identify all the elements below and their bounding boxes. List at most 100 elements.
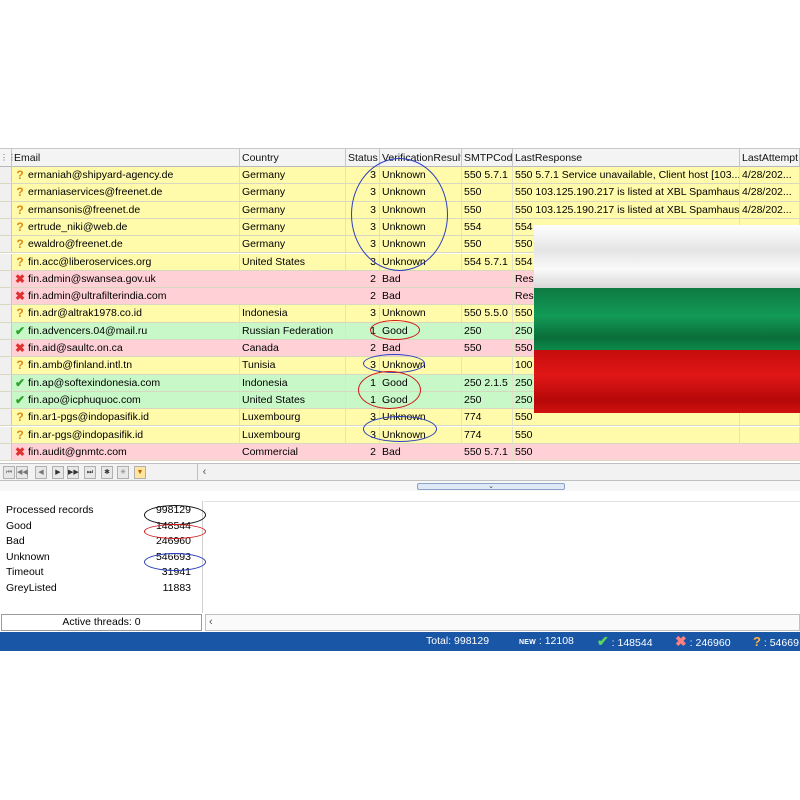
append-record-icon[interactable]: ✳	[117, 466, 129, 479]
bulgaria-flag-image	[534, 225, 800, 413]
cell-smtp: 550	[462, 184, 513, 201]
cell-status: 3	[346, 357, 380, 374]
row-indicator[interactable]	[0, 218, 12, 236]
grid-navigator: ⏮ ◀◀ ◀ ▶ ▶▶ ⏭ ✱ ✳ ▼ ‹	[0, 463, 800, 481]
cell-status: 1	[346, 391, 380, 409]
stat-value: 148544	[155, 519, 191, 532]
cell-email: ermaniaservices@freenet.de	[26, 184, 240, 201]
unknown-count: : 54669	[763, 637, 799, 649]
row-indicator[interactable]	[0, 374, 12, 391]
stat-label: Timeout	[6, 566, 44, 578]
cell-country	[240, 270, 346, 288]
log-pane	[204, 501, 800, 613]
column-chooser-icon[interactable]: ⋮⋮	[0, 149, 16, 167]
new-badge-icon: NEW	[519, 639, 536, 646]
scroll-left-icon[interactable]: ‹	[197, 464, 211, 480]
flag-red-stripe	[534, 350, 800, 413]
cell-country: Luxembourg	[240, 426, 346, 443]
column-header-status[interactable]: Status	[346, 149, 380, 167]
cell-result: Unknown	[380, 253, 462, 270]
table-row[interactable]: ? ermaniaservices@freenet.de Germany 3 Unkno…	[0, 184, 800, 202]
cell-status: 3	[346, 184, 380, 201]
question-icon: ?	[16, 202, 24, 217]
active-threads-box: Active threads: 0	[1, 614, 202, 631]
cell-smtp: 774	[462, 409, 513, 426]
row-indicator[interactable]	[0, 253, 12, 270]
cell-result: Unknown	[380, 409, 462, 426]
cell-attempt: 4/28/202...	[740, 167, 800, 184]
column-header-last-response[interactable]: LastResponse	[513, 149, 740, 167]
next-page-icon[interactable]: ▶▶	[67, 466, 79, 479]
horizontal-scrollbar[interactable]: ‹	[205, 614, 800, 631]
cell-smtp: 550	[462, 236, 513, 253]
row-indicator[interactable]	[0, 322, 12, 339]
row-indicator[interactable]	[0, 236, 12, 253]
cell-country: Russian Federation	[240, 322, 346, 339]
stat-value: 11883	[162, 581, 191, 594]
column-header-verification-result[interactable]: VerificationResult	[380, 149, 462, 167]
cell-smtp: 774	[462, 426, 513, 443]
cell-last: 550	[513, 443, 740, 461]
question-icon: ?	[16, 168, 24, 182]
cell-attempt: 4/28/202...	[740, 184, 800, 201]
row-indicator[interactable]	[0, 409, 12, 426]
cell-country: Indonesia	[240, 374, 346, 391]
cell-smtp: 250 2.1.5	[462, 374, 513, 391]
email-verifier-window: ⋮⋮ Email Country Status VerificationResu…	[0, 148, 800, 652]
cell-result: Unknown	[380, 357, 462, 374]
row-indicator[interactable]	[0, 426, 12, 443]
cell-last: 550	[513, 426, 740, 443]
previous-record-icon[interactable]: ◀	[35, 466, 47, 479]
row-indicator[interactable]	[0, 357, 12, 374]
row-indicator[interactable]	[0, 184, 12, 201]
row-indicator[interactable]	[0, 305, 12, 322]
panel-splitter[interactable]: ⌄	[0, 481, 800, 491]
next-record-icon[interactable]: ▶	[52, 466, 64, 479]
cell-email: fin.adr@altrak1978.co.id	[26, 305, 240, 322]
cell-email: ertrude_niki@web.de	[26, 218, 240, 236]
stat-row: GreyListed 11883	[0, 581, 203, 597]
stat-row: Timeout 31941	[0, 565, 203, 581]
scroll-left-arrow-icon[interactable]: ‹	[209, 615, 213, 630]
cell-status: 3	[346, 409, 380, 426]
first-page-icon[interactable]: ⏮	[3, 466, 15, 479]
row-indicator[interactable]	[0, 340, 12, 357]
cell-country: Germany	[240, 184, 346, 201]
column-header-country[interactable]: Country	[240, 149, 346, 167]
stat-label: Processed records	[6, 504, 94, 516]
cell-status: 3	[346, 201, 380, 218]
row-indicator[interactable]	[0, 201, 12, 218]
column-header-last-attempt[interactable]: LastAttempt	[740, 149, 800, 167]
cell-status: 2	[346, 340, 380, 357]
cell-status: 3	[346, 426, 380, 443]
cell-country: Germany	[240, 167, 346, 184]
total-count: Total: 998129	[426, 635, 490, 647]
column-header-email[interactable]: Email	[12, 149, 240, 167]
cell-status: 3	[346, 236, 380, 253]
last-page-icon[interactable]: ⏭	[84, 466, 96, 479]
table-row[interactable]: ✖ fin.audit@gnmtc.com Commercial 2 Bad 550 5.…	[0, 443, 800, 462]
splitter-collapse-handle[interactable]: ⌄	[417, 483, 565, 490]
cell-result: Unknown	[380, 426, 462, 443]
column-header-smtp-code[interactable]: SMTPCode	[462, 149, 513, 167]
cell-country	[240, 288, 346, 305]
previous-page-icon[interactable]: ◀◀	[16, 466, 28, 479]
cell-attempt	[740, 426, 800, 443]
stat-row: Processed records 998129	[0, 503, 203, 519]
table-row[interactable]: ? ermansonis@freenet.de Germany 3 Unknown 550…	[0, 201, 800, 219]
row-indicator[interactable]	[0, 391, 12, 409]
table-row[interactable]: ? ermaniah@shipyard-agency.de Germany 3 Unkn…	[0, 167, 800, 185]
cell-email: ermansonis@freenet.de	[26, 201, 240, 218]
good-count: : 148544	[611, 637, 653, 649]
row-indicator[interactable]	[0, 167, 12, 184]
row-indicator[interactable]	[0, 288, 12, 305]
table-row[interactable]: ? fin.ar-pgs@indopasifik.id Luxembourg 3 Unk…	[0, 426, 800, 444]
new-count-group: NEW : 12108	[519, 632, 574, 651]
filter-icon[interactable]: ▼	[134, 466, 146, 479]
insert-record-icon[interactable]: ✱	[101, 466, 113, 479]
cell-country: United States	[240, 391, 346, 409]
row-indicator[interactable]	[0, 443, 12, 461]
cell-email: ewaldro@freenet.de	[26, 236, 240, 253]
bad-count: : 246960	[689, 637, 731, 649]
row-indicator[interactable]	[0, 270, 12, 288]
